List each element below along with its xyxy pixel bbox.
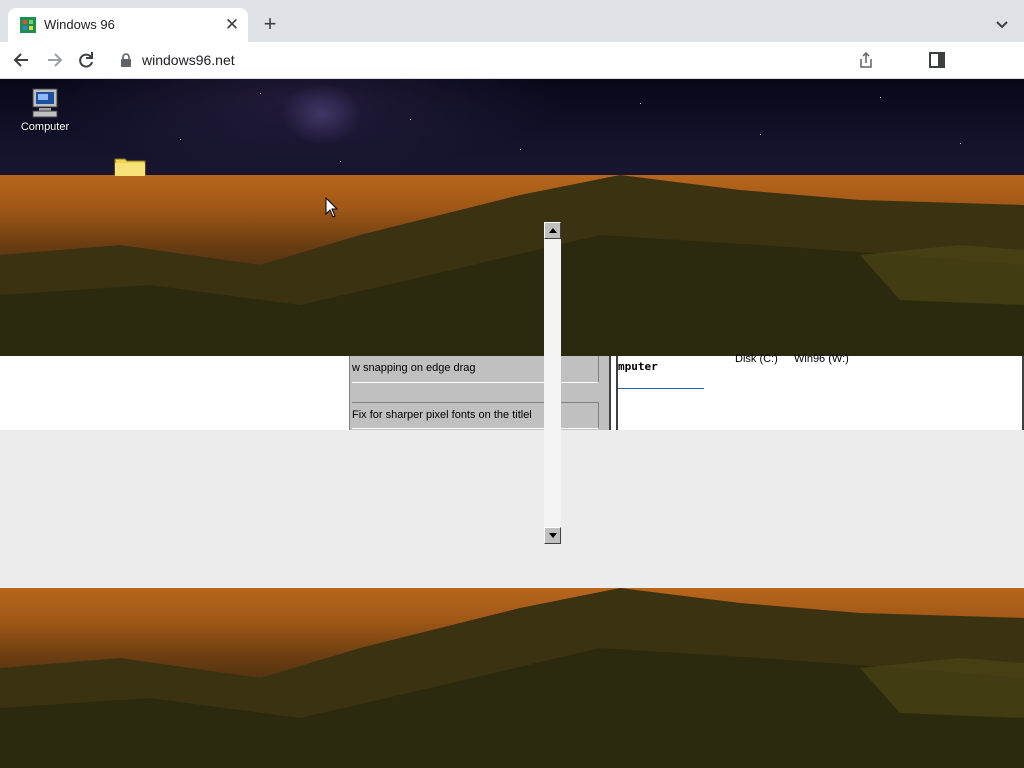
explorer-title: mputer [618,360,658,373]
share-icon[interactable] [858,51,874,69]
mouse-cursor-icon [325,197,339,218]
address-bar[interactable]: windows96.net [108,46,914,74]
drive-c-label[interactable]: Disk (C:) [735,353,778,365]
scrollbar-track[interactable] [544,222,561,544]
vertical-scrollbar[interactable] [544,222,561,544]
drive-w-label[interactable]: Win96 (W:) [794,353,849,365]
tab-windows96[interactable]: Windows 96 ✕ [8,8,248,42]
scroll-down-button[interactable] [544,527,561,544]
computer-icon [32,88,58,118]
scroll-up-button[interactable] [544,222,561,239]
page-viewport: Computer w snapping on edge drag Fix for… [0,79,1024,768]
desktop-wallpaper-landscape-lower [0,588,1024,768]
changelog-entry: w snapping on edge drag [352,356,599,383]
my-computer-window-fragment: mputer Disk (C:) Win96 (W:) [616,353,1024,430]
desktop-icon-label: Computer [20,121,70,133]
forward-arrow-icon[interactable] [40,48,68,72]
tab-title: Windows 96 [44,17,115,32]
title-underline [618,388,704,389]
tab-strip: Windows 96 ✕ + [0,0,1024,42]
browser-toolbar: windows96.net [0,42,1024,79]
close-tab-icon[interactable]: ✕ [220,13,244,37]
side-panel-icon[interactable] [929,52,945,68]
lock-icon[interactable] [120,53,132,67]
folder-icon[interactable] [114,156,146,176]
url-text: windows96.net [142,52,235,68]
changelog-window-fragment: w snapping on edge drag Fix for sharper … [349,356,611,430]
back-arrow-icon[interactable] [8,48,36,72]
desktop-wallpaper-landscape [0,175,1024,356]
desktop-icon-computer[interactable]: Computer [14,87,76,133]
arrow-up-icon [549,228,557,233]
tab-search-chevron-icon[interactable] [990,12,1014,36]
desktop-wallpaper-sky [0,79,1024,175]
arrow-down-icon [549,533,557,538]
new-tab-button[interactable]: + [256,10,284,38]
reload-icon[interactable] [72,48,100,72]
changelog-entry: Fix for sharper pixel fonts on the title… [352,402,599,429]
render-glitch-grey-band [0,430,1024,588]
windows96-favicon-icon [20,17,36,33]
